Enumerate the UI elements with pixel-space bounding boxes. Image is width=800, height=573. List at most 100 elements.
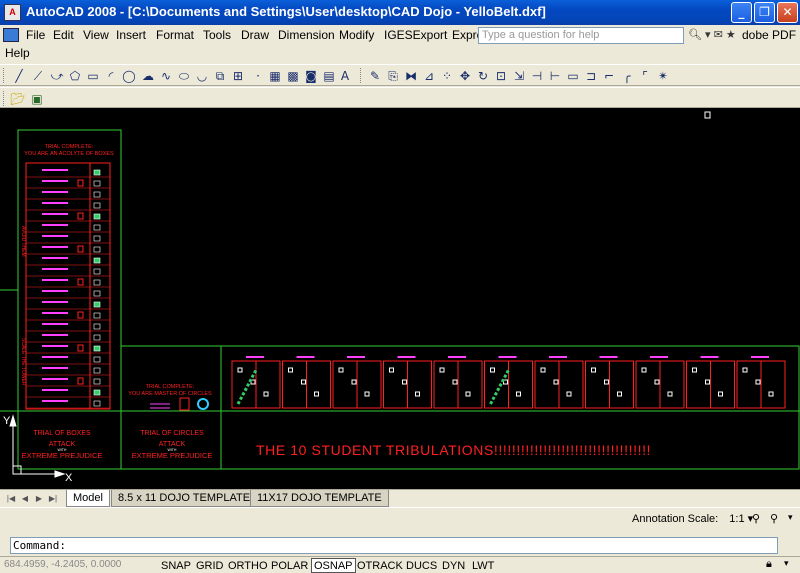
ortho-toggle[interactable]: ORTHO — [225, 558, 271, 573]
tribulation-panel — [686, 356, 735, 409]
favorites-icon[interactable]: ★ — [726, 29, 736, 41]
fillet-alt-icon[interactable]: ⌜ — [636, 67, 654, 85]
scale-icon[interactable]: ⊡ — [492, 67, 510, 85]
snap-toggle[interactable]: SNAP — [158, 558, 194, 573]
dyn-toggle[interactable]: DYN — [439, 558, 468, 573]
ask-question-input[interactable]: Type a question for help — [478, 27, 684, 44]
arc-icon[interactable]: ◜ — [102, 67, 120, 85]
line-icon[interactable]: ╱ — [10, 67, 28, 85]
tower-row-shape — [93, 279, 101, 286]
revision-cloud-icon[interactable]: ☁ — [139, 67, 157, 85]
rectangle-icon[interactable]: ▭ — [84, 67, 102, 85]
minimize-button[interactable]: _ — [731, 2, 752, 23]
join-icon[interactable]: ⊐ — [582, 67, 600, 85]
otrack-toggle[interactable]: OTRACK — [354, 558, 406, 573]
spline-icon[interactable]: ∿ — [157, 67, 175, 85]
erase-icon[interactable]: ✎ — [366, 67, 384, 85]
polygon-icon[interactable]: ⬠ — [66, 67, 84, 85]
tower-row-box — [77, 311, 84, 319]
polyline-icon[interactable]: ⤻ — [48, 67, 66, 85]
toolbar-grip[interactable] — [3, 91, 6, 106]
sheet-set-icon[interactable]: ▣ — [28, 90, 46, 108]
trial-of-boxes-label: TRIAL OF BOXES — [33, 430, 91, 437]
fillet-icon[interactable]: ╭ — [618, 67, 636, 85]
offset-icon[interactable]: ⊿ — [420, 67, 438, 85]
menu-insert[interactable]: Insert — [116, 28, 146, 42]
prev-tab-icon[interactable]: ◀ — [19, 492, 31, 505]
menu-draw[interactable]: Draw — [241, 28, 269, 42]
drawing-area[interactable]: TRIAL COMPLETE: YOU ARE AN ACOLYTE OF BOX… — [0, 108, 800, 489]
menu-adobe-pdf[interactable]: dobe PDF — [742, 28, 796, 42]
document-icon[interactable] — [3, 28, 19, 42]
ducs-toggle[interactable]: DUCS — [403, 558, 440, 573]
annotation-visibility-icon[interactable]: ⚲ — [752, 512, 760, 525]
point-icon[interactable]: · — [249, 67, 267, 85]
menu-tools[interactable]: Tools — [203, 28, 231, 42]
command-line-input[interactable]: Command: — [10, 537, 778, 554]
last-tab-icon[interactable]: ▶| — [47, 492, 59, 505]
toolbar-grip[interactable] — [360, 68, 363, 83]
stretch-icon[interactable]: ⇲ — [510, 67, 528, 85]
chamfer-icon[interactable]: ⌐ — [600, 67, 618, 85]
region-icon[interactable]: ◙ — [302, 67, 320, 85]
lock-icon[interactable]: 🔒︎ — [766, 558, 772, 571]
window-title: AutoCAD 2008 - [C:\Documents and Setting… — [26, 4, 546, 19]
menu-dimension[interactable]: Dimension — [278, 28, 335, 42]
move-icon[interactable]: ✥ — [456, 67, 474, 85]
menu-view[interactable]: View — [83, 28, 109, 42]
mtext-icon[interactable]: A — [336, 67, 354, 85]
tab-11x17-template[interactable]: 11X17 DOJO TEMPLATE — [250, 490, 389, 507]
extend-icon[interactable]: ⊢ — [546, 67, 564, 85]
polar-toggle[interactable]: POLAR — [268, 558, 311, 573]
array-icon[interactable]: ⁘ — [438, 67, 456, 85]
close-button[interactable]: ✕ — [777, 2, 798, 23]
tower-row-caption — [42, 323, 68, 325]
auto-scale-icon[interactable]: ⚲ — [770, 512, 778, 525]
circle-icon[interactable]: ◯ — [120, 67, 138, 85]
next-tab-icon[interactable]: ▶ — [33, 492, 45, 505]
status-bar: 684.4959, -4.2405, 0.0000 SNAP GRID ORTH… — [0, 556, 800, 573]
ellipse-icon[interactable]: ⬭ — [175, 67, 193, 85]
menu-file[interactable]: File — [26, 28, 45, 42]
tab-8-5x11-template[interactable]: 8.5 x 11 DOJO TEMPLATE — [111, 490, 258, 507]
statusbar-options-icon[interactable]: ▾ — [784, 558, 789, 569]
cad-drawing[interactable]: TRIAL COMPLETE: YOU ARE AN ACOLYTE OF BOX… — [0, 108, 800, 489]
statusbar-menu-icon[interactable]: ▾ — [788, 512, 793, 523]
tower-blocks — [25, 162, 111, 410]
menu-help[interactable]: Help — [5, 46, 30, 60]
comm-center-icon[interactable]: ✉ — [714, 29, 723, 41]
autocad-icon[interactable]: A — [4, 4, 21, 21]
annotation-scale-value[interactable]: 1:1 — [729, 513, 744, 525]
menu-edit[interactable]: Edit — [53, 28, 74, 42]
tower-row-shape — [93, 180, 101, 187]
lwt-toggle[interactable]: LWT — [469, 558, 497, 573]
restore-button[interactable]: ❐ — [754, 2, 775, 23]
rotate-icon[interactable]: ↻ — [474, 67, 492, 85]
osnap-toggle[interactable]: OSNAP — [311, 558, 356, 573]
insert-block-icon[interactable]: ⧉ — [211, 67, 229, 85]
menu-format[interactable]: Format — [156, 28, 194, 42]
tab-model[interactable]: Model — [66, 490, 110, 507]
mirror-icon[interactable]: ⧓ — [402, 67, 420, 85]
ucs-x-label: X — [65, 472, 73, 484]
search-icon[interactable]: 🔍︎ — [688, 29, 702, 41]
menu-igesexport[interactable]: IGESExport — [384, 28, 447, 42]
construction-line-icon[interactable]: ⟋ — [29, 67, 47, 85]
dropdown-arrow-icon[interactable]: ▾ — [705, 29, 711, 41]
gradient-icon[interactable]: ▩ — [284, 67, 302, 85]
toolbar-grip[interactable] — [3, 68, 6, 83]
explode-icon[interactable]: ✴ — [654, 67, 672, 85]
break-icon[interactable]: ▭ — [564, 67, 582, 85]
grid-toggle[interactable]: GRID — [193, 558, 227, 573]
tower-row-caption — [42, 202, 68, 204]
menu-modify[interactable]: Modify — [339, 28, 374, 42]
hatch-icon[interactable]: ▦ — [266, 67, 284, 85]
first-tab-icon[interactable]: |◀ — [5, 492, 17, 505]
open-folder-icon[interactable]: 📂︎ — [9, 90, 27, 108]
coordinate-readout[interactable]: 684.4959, -4.2405, 0.0000 — [4, 559, 121, 570]
make-block-icon[interactable]: ⊞ — [229, 67, 247, 85]
tower-row-shape — [93, 345, 101, 352]
copy-icon[interactable]: ⎘ — [384, 67, 402, 85]
ellipse-arc-icon[interactable]: ◡ — [193, 67, 211, 85]
trim-icon[interactable]: ⊣ — [528, 67, 546, 85]
